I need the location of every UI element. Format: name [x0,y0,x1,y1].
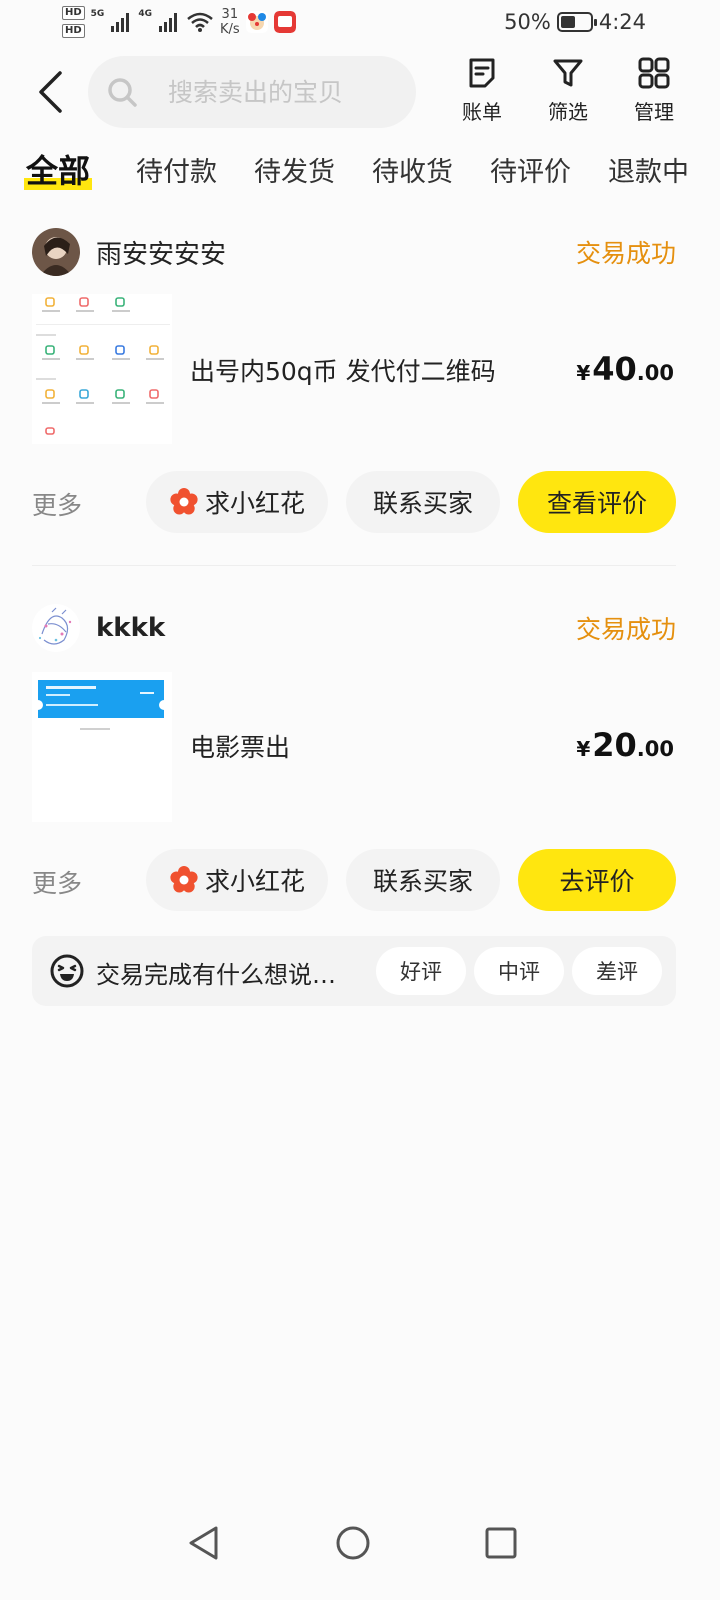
header: 账单 筛选 管理 [0,52,720,132]
signal-icon [111,13,130,32]
write-review-button[interactable]: 去评价 [518,849,676,911]
neutral-review-button[interactable]: 中评 [474,947,564,995]
quick-review-bar: 交易完成有什么想说… 好评 中评 差评 [32,936,676,1006]
view-review-button[interactable]: 查看评价 [518,471,676,533]
order-status: 交易成功 [575,239,676,268]
request-flower-label: 求小红花 [204,489,305,518]
tab-pending-shipment[interactable]: 待发货 [254,150,335,189]
tab-refunding[interactable]: 退款中 [608,150,689,189]
flower-icon [170,866,198,893]
network-5g-label: 5G [90,9,105,19]
product-price: ¥ 40 .00 [576,350,674,388]
product-thumbnail[interactable] [32,294,172,444]
network-speed: 31 K/s [220,7,240,37]
tab-all[interactable]: 全部 [23,146,93,192]
review-prompt[interactable]: 交易完成有什么想说… [96,955,336,990]
contact-buyer-button[interactable]: 联系买家 [346,849,500,911]
clock: 4:24 [598,10,646,34]
flower-icon [170,488,198,515]
order-status: 交易成功 [575,615,676,644]
square-recents-icon [485,1527,517,1559]
search-input[interactable] [168,77,388,107]
search-bar[interactable] [88,56,416,128]
bill-label: 账单 [462,100,502,124]
price-currency: ¥ [576,361,591,385]
request-flower-label: 求小红花 [204,867,305,896]
price-decimal: .00 [636,361,674,385]
price-integer: 40 [592,350,637,388]
nav-recents-button[interactable] [466,1508,536,1578]
speed-unit: K/s [219,22,240,37]
positive-review-button[interactable]: 好评 [376,947,466,995]
avatar[interactable] [32,604,80,652]
request-flower-button[interactable]: 求小红花 [146,849,328,911]
grid-icon [638,57,670,89]
laughing-face-icon [50,954,84,988]
product-price: ¥ 20 .00 [576,726,674,764]
speed-value: 31 [221,7,239,22]
tab-pending-review[interactable]: 待评价 [490,150,571,189]
filter-label: 筛选 [548,100,588,124]
back-button[interactable] [30,70,70,114]
contact-buyer-button[interactable]: 联系买家 [346,471,500,533]
battery-icon [556,12,597,32]
battery-percent: 50% [504,10,551,34]
clown-app-icon [245,11,268,33]
bill-icon [469,58,495,88]
triangle-back-icon [189,1526,218,1560]
price-integer: 20 [592,726,637,764]
manage-button[interactable]: 管理 [618,56,690,125]
negative-review-button[interactable]: 差评 [572,947,662,995]
signal-icon-2 [158,13,177,32]
buyer-row: kkkk 交易成功 [32,600,676,656]
nav-home-button[interactable] [318,1508,388,1578]
network-4g-label: 4G [138,9,152,19]
system-nav-bar [0,1490,720,1600]
product-thumbnail[interactable] [32,672,172,822]
status-bar: HD HD 5G 4G 31 K/s 50% 4:24 [0,0,720,48]
tab-pending-payment[interactable]: 待付款 [136,150,217,189]
nav-back-button[interactable] [168,1508,238,1578]
order-tabs: 全部 待付款 待发货 待收货 待评价 退款中 [0,150,720,200]
tab-pending-receipt[interactable]: 待收货 [372,150,453,189]
order-card[interactable]: kkkk 交易成功 电影票出 ¥ 20 .00 更多 求小红花 联系买家 去评价 [32,600,676,920]
circle-home-icon [336,1526,370,1560]
request-flower-button[interactable]: 求小红花 [146,471,328,533]
more-link[interactable]: 更多 [32,486,82,522]
filter-button[interactable]: 筛选 [532,56,604,125]
more-link[interactable]: 更多 [32,864,82,900]
order-card[interactable]: 雨安安安安 交易成功 出号内50q币 发代付二维码 ¥ 40 .00 更多 求小… [32,224,676,544]
divider [32,565,676,566]
manage-label: 管理 [634,100,674,124]
bill-button[interactable]: 账单 [446,56,518,125]
price-currency: ¥ [576,737,591,761]
avatar[interactable] [32,228,80,276]
chevron-left-icon [39,71,62,113]
buyer-name[interactable]: kkkk [96,613,165,643]
red-app-icon [273,11,296,33]
filter-icon [553,59,583,87]
product-title[interactable]: 出号内50q币 发代付二维码 [190,352,496,388]
buyer-name[interactable]: 雨安安安安 [96,234,226,271]
product-title[interactable]: 电影票出 [190,728,290,764]
hd-badge-1: HD [62,6,85,20]
hd-badge-2: HD [62,24,85,38]
search-icon [108,78,137,107]
hd-badges: HD HD [62,6,85,38]
status-indicators: HD HD 5G 4G 31 K/s [62,6,296,38]
price-decimal: .00 [636,737,674,761]
buyer-row: 雨安安安安 交易成功 [32,224,676,280]
status-right: 50% 4:24 [504,10,646,34]
wifi-icon [187,12,213,32]
